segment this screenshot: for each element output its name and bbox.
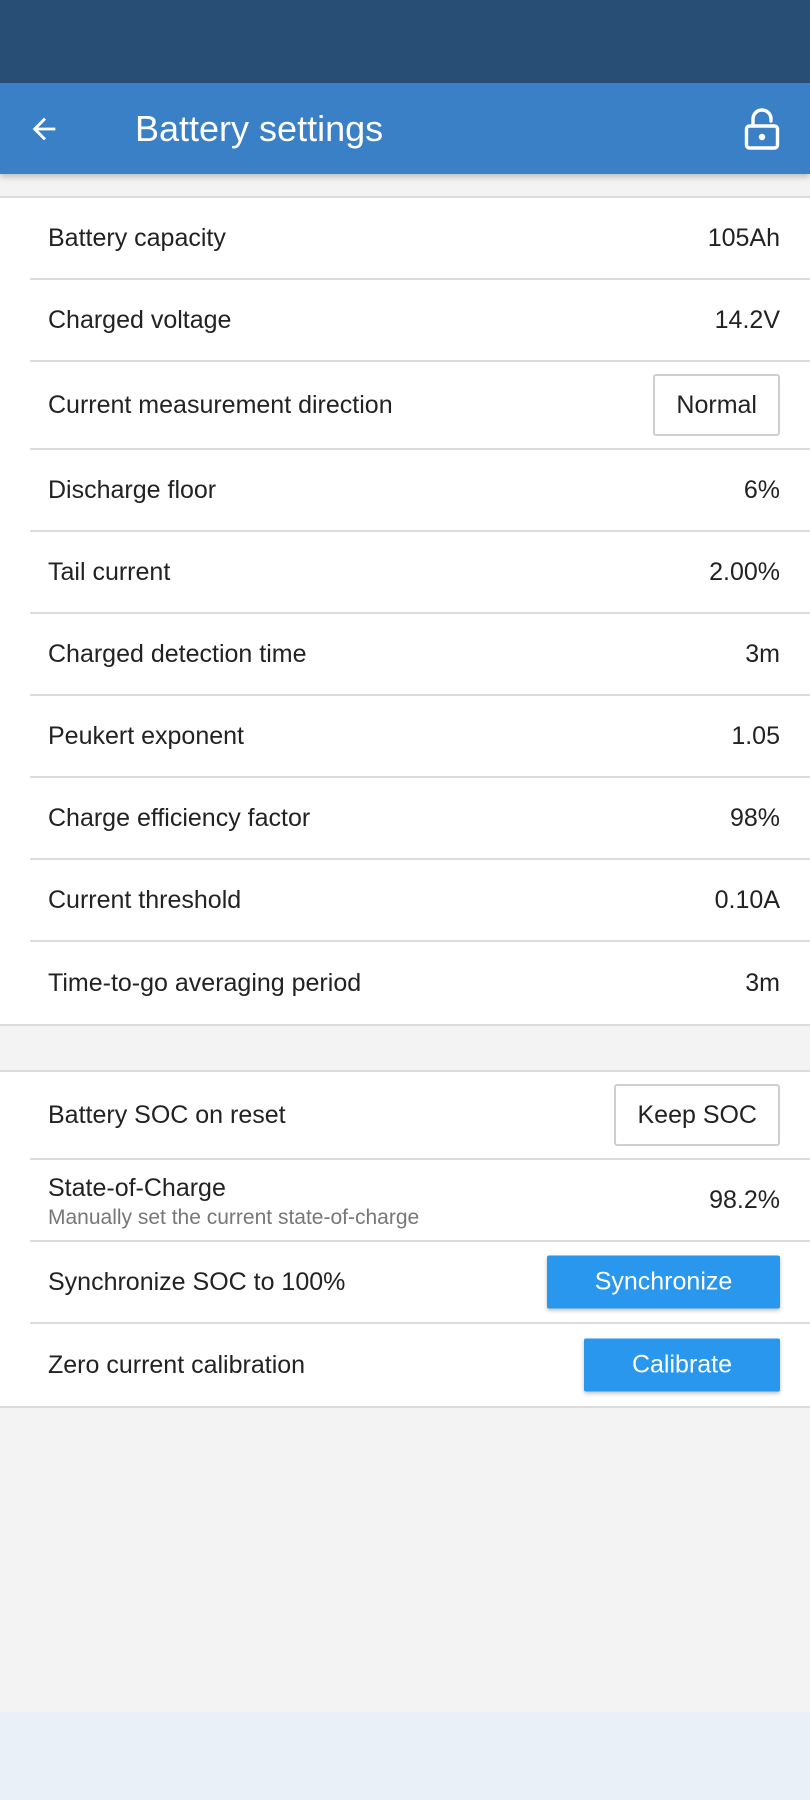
back-button[interactable]	[18, 103, 70, 155]
setting-label: Battery capacity	[48, 223, 226, 252]
app-bar: Battery settings	[0, 83, 810, 174]
setting-row-state-of-charge[interactable]: State-of-Charge Manually set the current…	[30, 1160, 810, 1242]
setting-label-block: State-of-Charge Manually set the current…	[48, 1172, 419, 1232]
setting-label: Charged detection time	[48, 639, 307, 668]
setting-label: State-of-Charge	[48, 1174, 226, 1202]
calibrate-button[interactable]: Calibrate	[584, 1338, 780, 1392]
setting-label: Synchronize SOC to 100%	[48, 1267, 346, 1296]
setting-value: 98.2%	[709, 1185, 780, 1214]
setting-label: Peukert exponent	[48, 721, 244, 750]
setting-label: Charged voltage	[48, 305, 232, 334]
setting-row-battery-soc-on-reset: Battery SOC on reset Keep SOC	[30, 1072, 810, 1160]
soc-settings-list: Battery SOC on reset Keep SOC State-of-C…	[0, 1070, 810, 1408]
soc-reset-select-button[interactable]: Keep SOC	[614, 1084, 780, 1146]
synchronize-button[interactable]: Synchronize	[547, 1255, 780, 1309]
setting-row-battery-capacity[interactable]: Battery capacity 105Ah	[30, 198, 810, 280]
setting-row-time-to-go-averaging-period[interactable]: Time-to-go averaging period 3m	[30, 942, 810, 1024]
setting-row-tail-current[interactable]: Tail current 2.00%	[30, 532, 810, 614]
setting-value: 6%	[743, 475, 780, 504]
setting-row-current-measurement-direction: Current measurement direction Normal	[30, 362, 810, 450]
setting-label: Zero current calibration	[48, 1350, 306, 1379]
setting-value: 2.00%	[709, 557, 780, 586]
setting-value: 1.05	[731, 721, 780, 750]
setting-value: 3m	[745, 639, 780, 668]
setting-value: 105Ah	[707, 223, 780, 252]
page-title: Battery settings	[135, 108, 384, 149]
setting-sublabel: Manually set the current state-of-charge	[48, 1206, 420, 1229]
setting-value: 14.2V	[714, 305, 780, 334]
setting-row-discharge-floor[interactable]: Discharge floor 6%	[30, 450, 810, 532]
setting-label: Time-to-go averaging period	[48, 968, 362, 997]
setting-row-zero-current-calibration: Zero current calibration Calibrate	[30, 1324, 810, 1406]
setting-row-synchronize-soc: Synchronize SOC to 100% Synchronize	[30, 1242, 810, 1324]
direction-select-button[interactable]: Normal	[653, 374, 780, 436]
navigation-bar	[0, 1712, 810, 1800]
setting-row-charged-voltage[interactable]: Charged voltage 14.2V	[30, 280, 810, 362]
setting-row-charge-efficiency-factor[interactable]: Charge efficiency factor 98%	[30, 778, 810, 860]
setting-label: Charge efficiency factor	[48, 803, 311, 832]
lock-open-icon	[744, 108, 780, 150]
setting-label: Tail current	[48, 557, 171, 586]
setting-label: Current measurement direction	[48, 390, 393, 419]
setting-label: Discharge floor	[48, 475, 217, 504]
lock-button[interactable]	[734, 101, 790, 157]
setting-value: 3m	[745, 968, 780, 997]
setting-label: Current threshold	[48, 885, 242, 914]
arrow-left-icon	[32, 117, 56, 141]
battery-settings-list: Battery capacity 105Ah Charged voltage 1…	[0, 196, 810, 1026]
setting-label: Battery SOC on reset	[48, 1100, 286, 1129]
status-bar	[0, 0, 810, 83]
setting-row-charged-detection-time[interactable]: Charged detection time 3m	[30, 614, 810, 696]
setting-row-current-threshold[interactable]: Current threshold 0.10A	[30, 860, 810, 942]
setting-value: 98%	[729, 803, 780, 832]
setting-row-peukert-exponent[interactable]: Peukert exponent 1.05	[30, 696, 810, 778]
setting-value: 0.10A	[714, 885, 780, 914]
